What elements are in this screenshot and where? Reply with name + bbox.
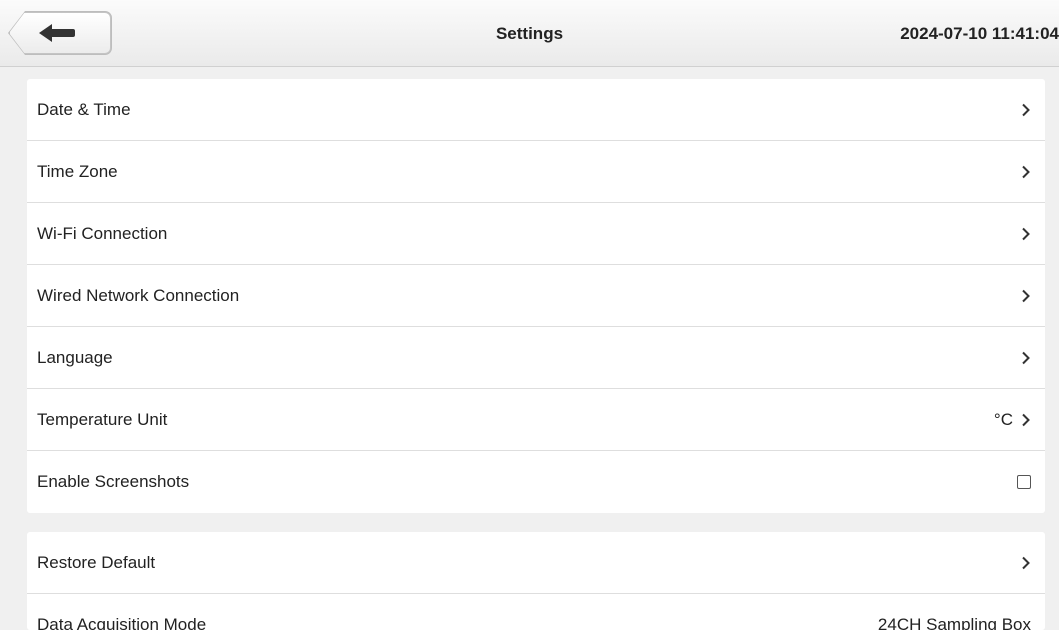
setting-label: Temperature Unit (37, 409, 168, 429)
setting-time-zone[interactable]: Time Zone (27, 141, 1045, 203)
setting-label: Data Acquisition Mode (37, 615, 207, 630)
setting-temperature-unit[interactable]: Temperature Unit °C (27, 389, 1045, 451)
chevron-right-icon (1022, 413, 1030, 426)
chevron-right-icon (1022, 227, 1030, 240)
chevron-right-icon (1022, 351, 1030, 364)
back-button[interactable] (9, 12, 111, 54)
setting-label: Wi-Fi Connection (37, 223, 168, 243)
datetime-display: 2024-07-10 11:41:04 (900, 24, 1059, 43)
setting-label: Date & Time (37, 99, 131, 119)
setting-wifi-connection[interactable]: Wi-Fi Connection (27, 203, 1045, 265)
setting-label: Time Zone (37, 161, 118, 181)
back-arrow-icon (39, 24, 75, 42)
setting-data-acquisition-mode[interactable]: Data Acquisition Mode 24CH Sampling Box (27, 594, 1045, 630)
setting-language[interactable]: Language (27, 327, 1045, 389)
header-bar: Settings 2024-07-10 11:41:04 (0, 0, 1059, 67)
setting-label: Enable Screenshots (37, 472, 190, 491)
chevron-right-icon (1022, 165, 1030, 178)
setting-wired-network-connection[interactable]: Wired Network Connection (27, 265, 1045, 327)
setting-restore-default[interactable]: Restore Default (27, 532, 1045, 594)
settings-list: Date & Time Time Zone Wi-Fi Connection W… (27, 79, 1045, 513)
setting-label: Language (37, 347, 113, 367)
chevron-right-icon (1022, 103, 1030, 116)
settings-list-secondary: Restore Default Data Acquisition Mode 24… (27, 532, 1045, 630)
setting-enable-screenshots[interactable]: Enable Screenshots (27, 451, 1045, 513)
setting-label: Restore Default (37, 552, 156, 572)
chevron-right-icon (1022, 556, 1030, 569)
enable-screenshots-checkbox[interactable] (1017, 475, 1031, 489)
setting-value: 24CH Sampling Box (877, 615, 1031, 630)
setting-value: °C (993, 409, 1013, 429)
chevron-right-icon (1022, 289, 1030, 302)
setting-date-time[interactable]: Date & Time (27, 79, 1045, 141)
setting-label: Wired Network Connection (37, 285, 240, 305)
